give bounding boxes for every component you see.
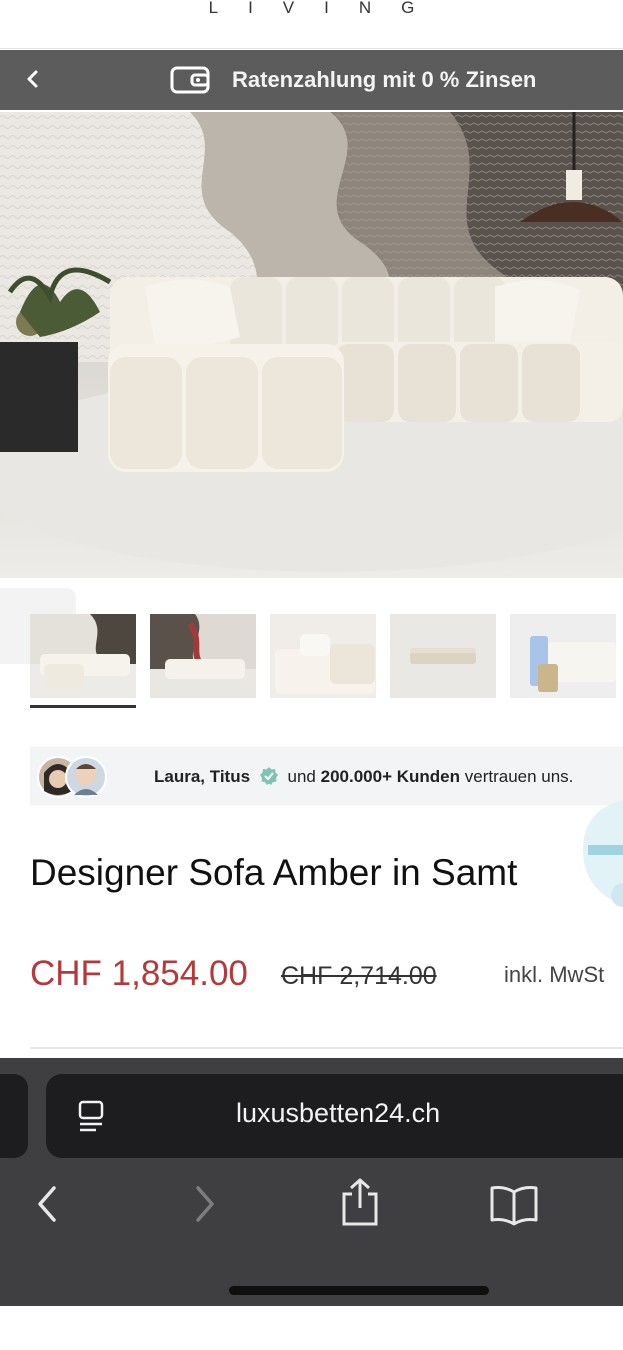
- thumbnail-3[interactable]: [270, 614, 376, 698]
- trust-suffix: vertrauen uns.: [464, 767, 574, 786]
- thumbnail-5[interactable]: [510, 614, 616, 698]
- trust-text: Laura, Titus und 200.000+ Kunden vertrau…: [154, 766, 573, 787]
- thumbnail-4[interactable]: [390, 614, 496, 698]
- support-widget-icon[interactable]: [578, 800, 623, 910]
- product-old-price: CHF 2,714.00: [281, 962, 437, 990]
- url-text[interactable]: luxusbetten24.ch: [236, 1098, 440, 1129]
- thumbnail-2[interactable]: [150, 614, 256, 698]
- promo-bar: Ratenzahlung mit 0 % Zinsen: [0, 50, 623, 110]
- address-bar[interactable]: luxusbetten24.ch: [46, 1074, 623, 1158]
- verified-badge-icon: [259, 767, 278, 785]
- promo-text[interactable]: Ratenzahlung mit 0 % Zinsen: [232, 67, 536, 93]
- wallet-icon: [170, 66, 210, 94]
- previous-tab-peek[interactable]: [0, 1074, 28, 1158]
- trust-bar: Laura, Titus und 200.000+ Kunden vertrau…: [30, 747, 623, 805]
- home-indicator[interactable]: [229, 1286, 489, 1295]
- chevron-left-icon[interactable]: [22, 64, 46, 94]
- trust-count: 200.000+ Kunden: [320, 767, 460, 786]
- product-price: CHF 1,854.00: [30, 954, 248, 993]
- divider: [30, 1047, 623, 1049]
- site-header: LIVING: [0, 0, 623, 49]
- trust-middle: und: [287, 767, 316, 786]
- thumbnail-1[interactable]: [30, 614, 136, 698]
- brand-logo-text[interactable]: LIVING: [0, 0, 623, 18]
- bookmarks-icon[interactable]: [488, 1182, 540, 1226]
- tax-note: inkl. MwSt: [504, 962, 605, 987]
- customer-avatars: [37, 756, 107, 798]
- share-icon[interactable]: [338, 1176, 382, 1230]
- product-title: Designer Sofa Amber in Samt: [30, 852, 518, 893]
- back-arrow-icon[interactable]: [30, 1182, 64, 1226]
- reader-mode-icon[interactable]: [76, 1098, 108, 1134]
- product-hero-image[interactable]: [0, 112, 623, 578]
- trust-names: Laura, Titus: [154, 767, 251, 786]
- active-thumbnail-indicator: [30, 705, 136, 708]
- forward-arrow-icon[interactable]: [188, 1182, 222, 1226]
- bottom-area: [0, 1306, 623, 1350]
